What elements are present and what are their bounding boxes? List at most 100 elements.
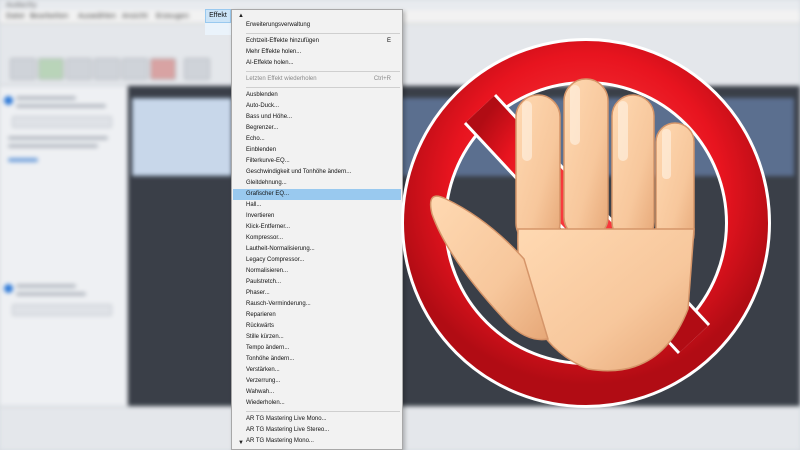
menu-item[interactable]: Paulstretch... xyxy=(233,277,401,288)
menu-item-label: Auto-Duck... xyxy=(246,103,280,109)
menu-item[interactable]: Bass und Höhe... xyxy=(233,112,401,123)
menu-item-label: Wiederholen... xyxy=(246,400,285,406)
menu-item-label: Geschwindigkeit und Tonhöhe ändern... xyxy=(246,169,352,175)
menu-item-label: Letzten Effekt wiederholen xyxy=(246,76,317,82)
menu-item[interactable]: Verstärken... xyxy=(233,365,401,376)
menu-item-label: Normalisieren... xyxy=(246,268,289,274)
side-link[interactable] xyxy=(8,158,38,162)
pause-button[interactable] xyxy=(10,58,36,80)
menu-separator xyxy=(246,33,400,34)
menu-item-label: AR TG Mastering Live Stereo... xyxy=(246,427,330,433)
menu-item[interactable]: Echtzeit-Effekte hinzufügen E xyxy=(233,36,401,47)
track-header[interactable] xyxy=(132,98,232,176)
menu-item-label: Invertieren xyxy=(246,213,275,219)
menu-item[interactable]: Begrenzer... xyxy=(233,123,401,134)
menu-item[interactable]: Wiederholen... xyxy=(233,398,401,409)
menu-item[interactable]: AI-Effekte holen... xyxy=(233,58,401,69)
menu-item-label: Grafischer EQ... xyxy=(246,191,290,197)
menu-item[interactable]: AR TG Mastering Live Mono... xyxy=(233,414,401,425)
menu-item-label: Stille kürzen... xyxy=(246,334,284,340)
menu-item-label: Erweiterungsverwaltung xyxy=(246,22,311,28)
menu-item-label: Ausblenden xyxy=(246,92,278,98)
menu-item[interactable]: Rausch-Verminderung... xyxy=(233,299,401,310)
side-text xyxy=(16,104,106,108)
skip-end-button[interactable] xyxy=(122,58,148,80)
skip-start-button[interactable] xyxy=(94,58,120,80)
menu-item[interactable]: Stille kürzen... xyxy=(233,332,401,343)
menu-item-label: Wahwah... xyxy=(246,389,275,395)
menu-item[interactable]: Grafischer EQ... xyxy=(233,189,401,200)
menu-item[interactable]: Gleitdehnung... xyxy=(233,178,401,189)
side-button[interactable] xyxy=(12,116,112,128)
menu-item[interactable]: Einblenden xyxy=(233,145,401,156)
menu-item[interactable]: Wahwah... xyxy=(233,387,401,398)
menu-item-label: Verstärken... xyxy=(246,367,280,373)
menu-effekt[interactable]: Effekt xyxy=(205,9,231,23)
menu-item[interactable]: Hall... xyxy=(233,200,401,211)
effect-dropdown-menu: ▲ ▼ Erweiterungsverwaltung Echtzeit-Effek… xyxy=(231,9,403,450)
menu-item[interactable]: Tempo ändern... xyxy=(233,343,401,354)
menu-item: Letzten Effekt wiederholen Ctrl+R xyxy=(233,74,401,85)
record-button[interactable] xyxy=(150,58,176,80)
menu-item-label: Bass und Höhe... xyxy=(246,114,293,120)
menu-erzeugen[interactable]: Erzeugen xyxy=(156,12,189,20)
menu-item[interactable]: Reparieren xyxy=(233,310,401,321)
menu-item[interactable]: AR TG Mastering Live Stereo... xyxy=(233,425,401,436)
menu-item[interactable]: AR TG Mastering Mono... xyxy=(233,436,401,447)
menu-item-label: Paulstretch... xyxy=(246,279,282,285)
menu-item[interactable]: Echo... xyxy=(233,134,401,145)
menu-ansicht[interactable]: Ansicht xyxy=(122,12,148,20)
menu-separator xyxy=(246,71,400,72)
play-button[interactable] xyxy=(38,58,64,80)
menu-item[interactable]: Filterkurve-EQ... xyxy=(233,156,401,167)
menu-item[interactable]: Kompressor... xyxy=(233,233,401,244)
menu-item[interactable]: Legacy Compressor... xyxy=(233,255,401,266)
menu-separator xyxy=(246,87,400,88)
side-text xyxy=(16,284,76,288)
menu-item[interactable]: Auto-Duck... xyxy=(233,101,401,112)
menu-item[interactable]: Mehr Effekte holen... xyxy=(233,47,401,58)
menu-item[interactable]: Invertieren xyxy=(233,211,401,222)
side-button[interactable] xyxy=(12,304,112,316)
menu-item[interactable]: Geschwindigkeit und Tonhöhe ändern... xyxy=(233,167,401,178)
menu-item[interactable]: Lautheit-Normalisierung... xyxy=(233,244,401,255)
menu-item-shortcut: Ctrl+R xyxy=(373,76,391,82)
stop-sign-graphic xyxy=(401,38,771,408)
menu-item-label: Tempo ändern... xyxy=(246,345,290,351)
menu-item[interactable]: Verzerrung... xyxy=(233,376,401,387)
menu-item-label: Kompressor... xyxy=(246,235,284,241)
menu-item[interactable]: Klick-Entferner... xyxy=(233,222,401,233)
menu-effekt-shadow xyxy=(205,23,231,35)
menu-item-label: Phaser... xyxy=(246,290,270,296)
window-title: Audacity xyxy=(6,1,37,9)
info-icon xyxy=(4,284,13,293)
menu-item-label: Begrenzer... xyxy=(246,125,279,131)
menu-item-label: Einblenden xyxy=(246,147,277,153)
menu-item-label: Echtzeit-Effekte hinzufügen xyxy=(246,38,319,44)
menu-auswaehlen[interactable]: Auswählen xyxy=(78,12,116,20)
menu-datei[interactable]: Datei xyxy=(6,12,25,20)
menu-item[interactable]: Ausblenden xyxy=(233,90,401,101)
menu-item-label: AI-Effekte holen... xyxy=(246,60,294,66)
menu-item-label: Legacy Compressor... xyxy=(246,257,305,263)
menu-item-label: Echo... xyxy=(246,136,265,142)
menu-item[interactable]: Tonhöhe ändern... xyxy=(233,354,401,365)
menu-bearbeiten[interactable]: Bearbeiten xyxy=(30,12,68,20)
menu-item[interactable]: Erweiterungsverwaltung xyxy=(233,20,401,31)
info-icon xyxy=(4,96,13,105)
stop-hand-icon xyxy=(398,9,778,429)
menu-item-label: Rückwärts xyxy=(246,323,275,329)
menu-item-label: Lautheit-Normalisierung... xyxy=(246,246,315,252)
loop-button[interactable] xyxy=(184,58,210,80)
menu-item[interactable]: Normalisieren... xyxy=(233,266,401,277)
menu-item-label: Tonhöhe ändern... xyxy=(246,356,295,362)
menu-item[interactable]: Rückwärts xyxy=(233,321,401,332)
menu-item-label: Mehr Effekte holen... xyxy=(246,49,302,55)
menu-item-label: AR TG Mastering Mono... xyxy=(246,438,314,444)
menu-item[interactable]: Phaser... xyxy=(233,288,401,299)
menu-item-label: Reparieren xyxy=(246,312,276,318)
menu-item-label: Gleitdehnung... xyxy=(246,180,287,186)
side-text xyxy=(8,136,108,140)
menu-item-label: Filterkurve-EQ... xyxy=(246,158,290,164)
stop-button[interactable] xyxy=(66,58,92,80)
